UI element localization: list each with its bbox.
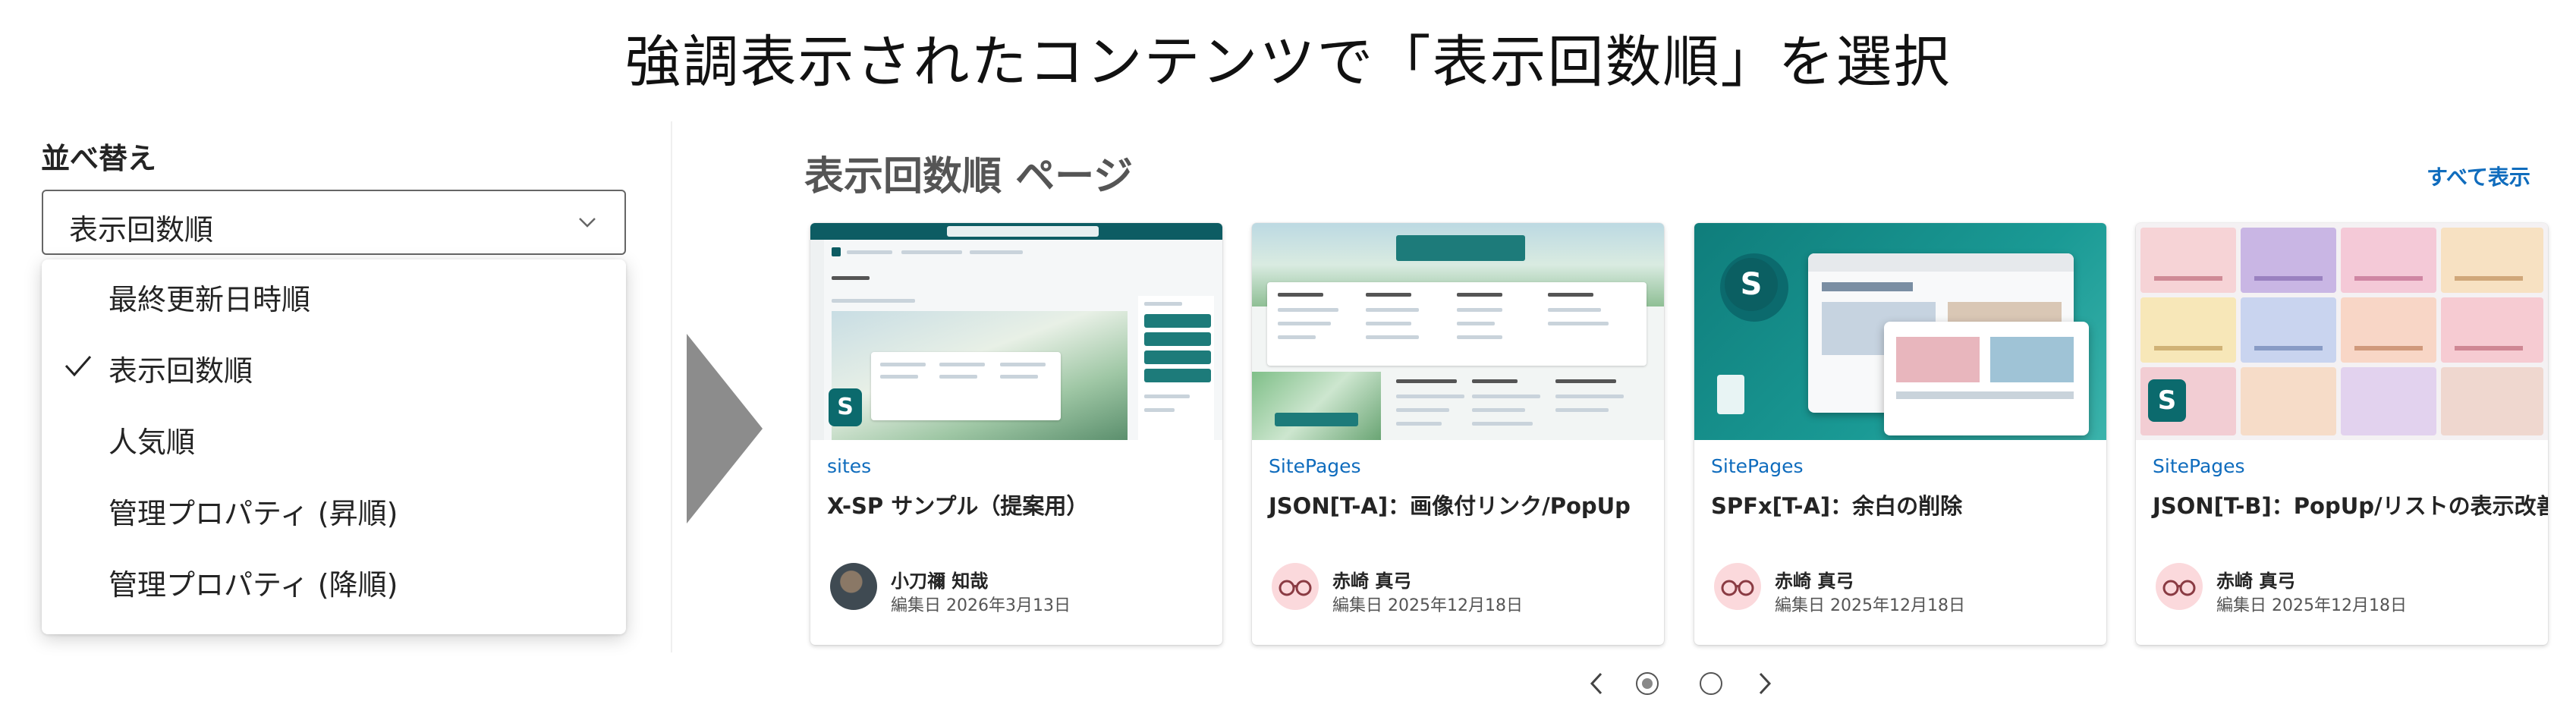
- sort-menu: 最終更新日時順 表示回数順 人気順 管理プロパティ (昇順) 管理プロパティ (…: [42, 259, 626, 634]
- card-author: 小刀禰 知哉: [891, 571, 989, 592]
- content-card[interactable]: S sites X-SP サンプル（提案用） 小刀禰 知哉 編集日 2026年3…: [810, 223, 1222, 645]
- sort-option-label: 人気順: [109, 426, 196, 459]
- sort-dropdown[interactable]: 表示回数順: [42, 190, 626, 255]
- card-title[interactable]: JSON[T-B]：PopUp/リストの表示改善: [2153, 489, 2548, 520]
- author-avatar: [830, 563, 877, 610]
- card-edited-date: 編集日 2025年12月18日: [1332, 596, 1523, 615]
- headline: 強調表示されたコンテンツで「表示回数順」を選択: [624, 30, 1952, 95]
- card-author: 赤崎 真弓: [2216, 571, 2296, 592]
- content-card[interactable]: S SitePages JSON[T-B]：PopUp/リストの表示改善 赤崎 …: [2136, 223, 2548, 645]
- sort-option-label: 最終更新日時順: [109, 283, 311, 316]
- content-card[interactable]: S SitePages SPFx[T-A]：余白の削除 赤崎 真弓 編集日 20…: [1694, 223, 2106, 645]
- card-thumbnail: S: [2136, 223, 2548, 440]
- sort-option-last-modified[interactable]: 最終更新日時順: [42, 259, 626, 331]
- panel-divider: [671, 121, 672, 652]
- card-site: sites: [827, 455, 872, 477]
- pager-dot-1[interactable]: [1636, 672, 1659, 695]
- pager-dot-2[interactable]: [1700, 672, 1722, 695]
- sort-option-label: 表示回数順: [109, 354, 253, 388]
- card-title[interactable]: X-SP サンプル（提案用）: [827, 489, 1088, 520]
- card-site: SitePages: [1711, 455, 1804, 477]
- card-edited-date: 編集日 2025年12月18日: [1775, 596, 1965, 615]
- author-avatar: [1272, 563, 1319, 610]
- sort-dropdown-value: 表示回数順: [69, 213, 214, 247]
- sort-option-managed-desc[interactable]: 管理プロパティ (降順): [42, 545, 626, 616]
- see-all-link[interactable]: すべて表示: [2427, 161, 2530, 191]
- card-thumbnail: [1252, 223, 1664, 440]
- card-site: SitePages: [1269, 455, 1361, 477]
- sort-option-managed-asc[interactable]: 管理プロパティ (昇順): [42, 473, 626, 545]
- sort-option-label: 管理プロパティ (降順): [109, 568, 398, 602]
- chevron-down-icon: [579, 218, 596, 228]
- author-avatar: [1714, 563, 1761, 610]
- checkmark-icon: [64, 356, 92, 377]
- card-title[interactable]: SPFx[T-A]：余白の削除: [1711, 489, 1962, 520]
- card-author: 赤崎 真弓: [1775, 571, 1854, 592]
- sort-label: 並べ替え: [41, 142, 157, 175]
- webpart-title: 表示回数順 ページ: [804, 154, 1134, 200]
- content-card[interactable]: SitePages JSON[T-A]：画像付リンク/PopUp 赤崎 真弓 編…: [1252, 223, 1664, 645]
- card-edited-date: 編集日 2026年3月13日: [891, 596, 1071, 615]
- card-author: 赤崎 真弓: [1332, 571, 1412, 592]
- chevron-right-icon[interactable]: [1753, 671, 1776, 696]
- card-title[interactable]: JSON[T-A]：画像付リンク/PopUp: [1269, 489, 1631, 520]
- chevron-left-icon[interactable]: [1586, 671, 1609, 696]
- sort-option-popular[interactable]: 人気順: [42, 402, 626, 473]
- card-thumbnail: S: [810, 223, 1222, 440]
- right-arrow-icon: [687, 334, 763, 523]
- author-avatar: [2156, 563, 2203, 610]
- sort-option-label: 管理プロパティ (昇順): [109, 497, 398, 530]
- card-site: SitePages: [2153, 455, 2245, 477]
- card-thumbnail: S: [1694, 223, 2106, 440]
- sort-option-view-count[interactable]: 表示回数順: [42, 331, 626, 402]
- card-edited-date: 編集日 2025年12月18日: [2216, 596, 2407, 615]
